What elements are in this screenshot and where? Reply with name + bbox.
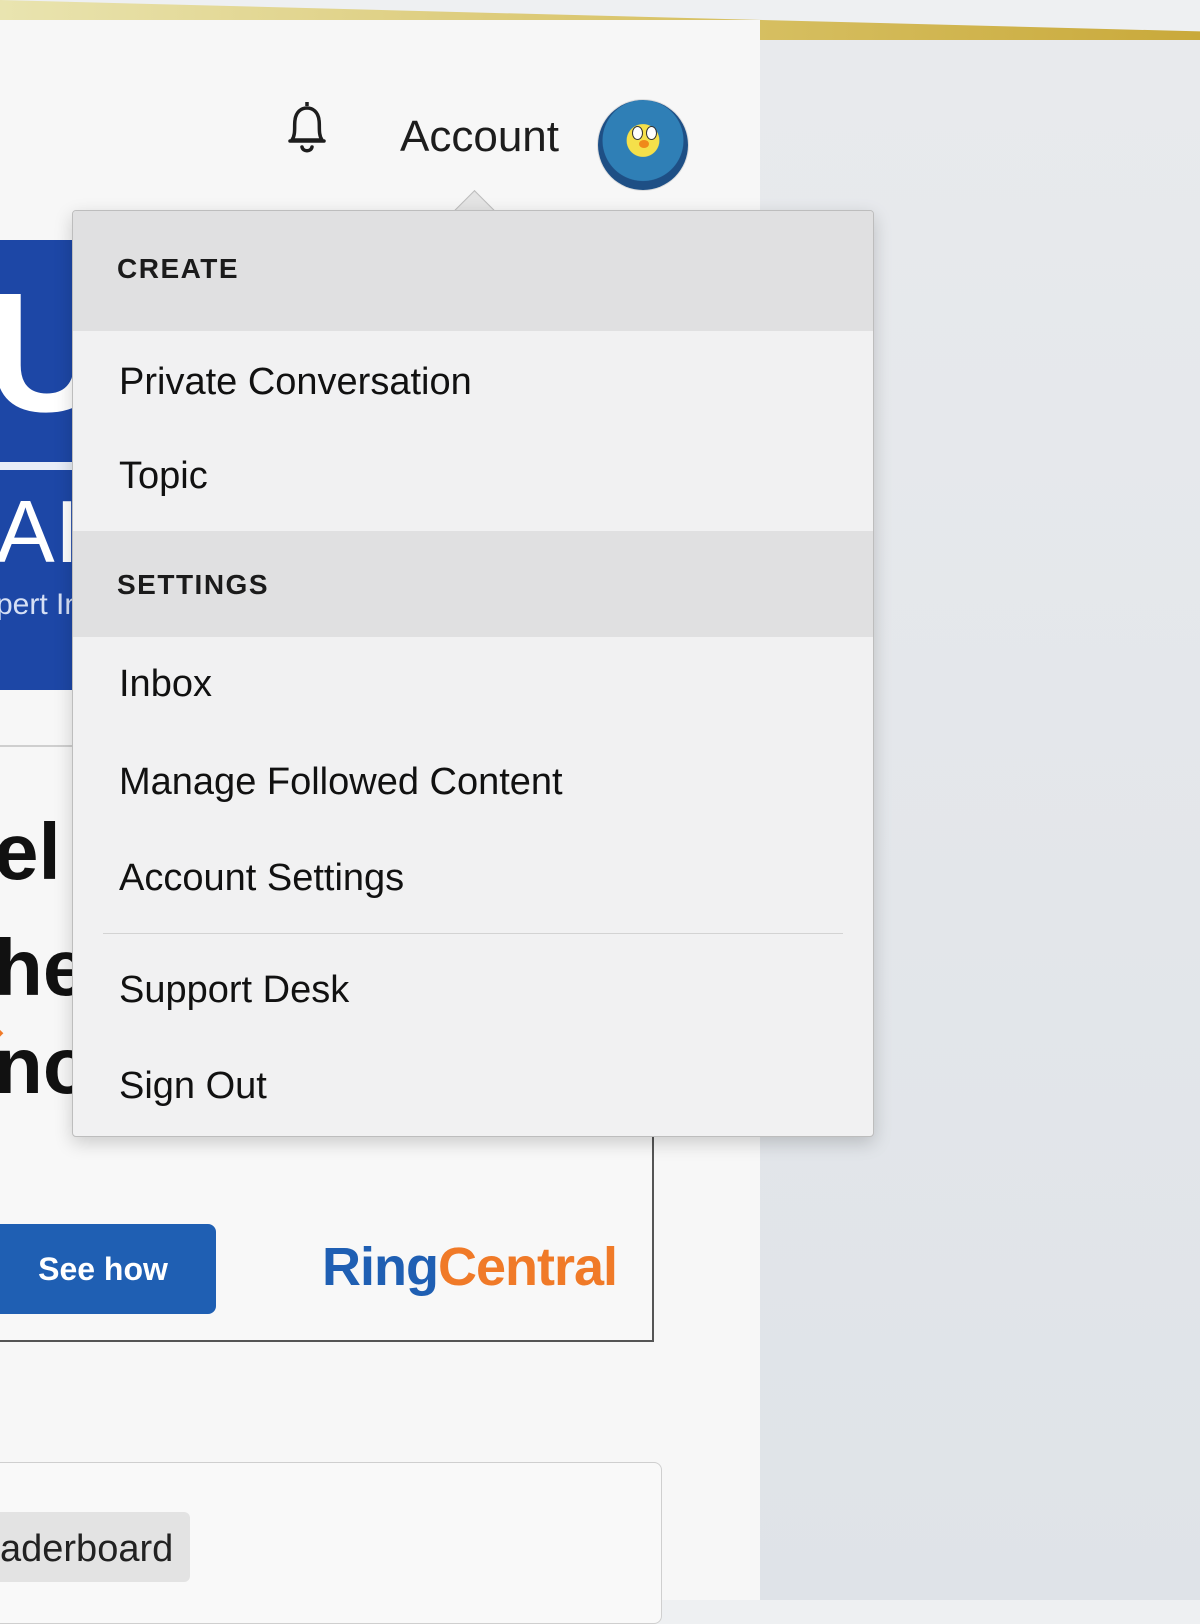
create-section-heading: CREATE (73, 211, 873, 331)
menu-item-label: Topic (119, 455, 208, 497)
bell-icon[interactable] (282, 98, 332, 158)
menu-item-label: Support Desk (119, 969, 350, 1011)
leaderboard-label: aderboard (0, 1528, 174, 1570)
brand-central-text: Central (437, 1237, 618, 1297)
menu-item-sign-out[interactable]: Sign Out (73, 1039, 873, 1135)
menu-item-topic[interactable]: Topic (73, 429, 873, 527)
avatar-eye (646, 126, 657, 140)
see-how-button[interactable]: See how (0, 1224, 216, 1314)
avatar-beak (639, 140, 649, 148)
menu-item-support-desk[interactable]: Support Desk (73, 935, 873, 1039)
menu-item-label: Manage Followed Content (119, 761, 563, 803)
headline-fragment: el (0, 807, 61, 896)
menu-item-manage-followed-content[interactable]: Manage Followed Content (73, 735, 873, 833)
banner-subtext: pert In (0, 588, 82, 621)
account-dropdown-menu: CREATE Private Conversation Topic SETTIN… (72, 210, 874, 1137)
menu-item-label: Inbox (119, 663, 212, 705)
ringcentral-logo[interactable]: RingCentral (322, 1236, 618, 1298)
settings-heading-text: SETTINGS (117, 569, 270, 600)
avatar-eye (632, 126, 643, 140)
settings-section-heading: SETTINGS (73, 531, 873, 637)
brand-ring-text: Ring (322, 1237, 439, 1297)
account-menu-label[interactable]: Account (400, 112, 559, 162)
menu-item-label: Sign Out (119, 1065, 267, 1107)
banner-divider (0, 462, 80, 470)
avatar-icon[interactable] (598, 100, 688, 190)
menu-item-label: Private Conversation (119, 361, 472, 403)
menu-separator (103, 933, 843, 934)
menu-item-account-settings[interactable]: Account Settings (73, 833, 873, 931)
create-heading-text: CREATE (117, 253, 240, 284)
banner-text: AI (0, 482, 80, 581)
menu-item-inbox[interactable]: Inbox (73, 637, 873, 735)
menu-item-label: Account Settings (119, 857, 405, 899)
menu-item-private-conversation[interactable]: Private Conversation (73, 331, 873, 429)
